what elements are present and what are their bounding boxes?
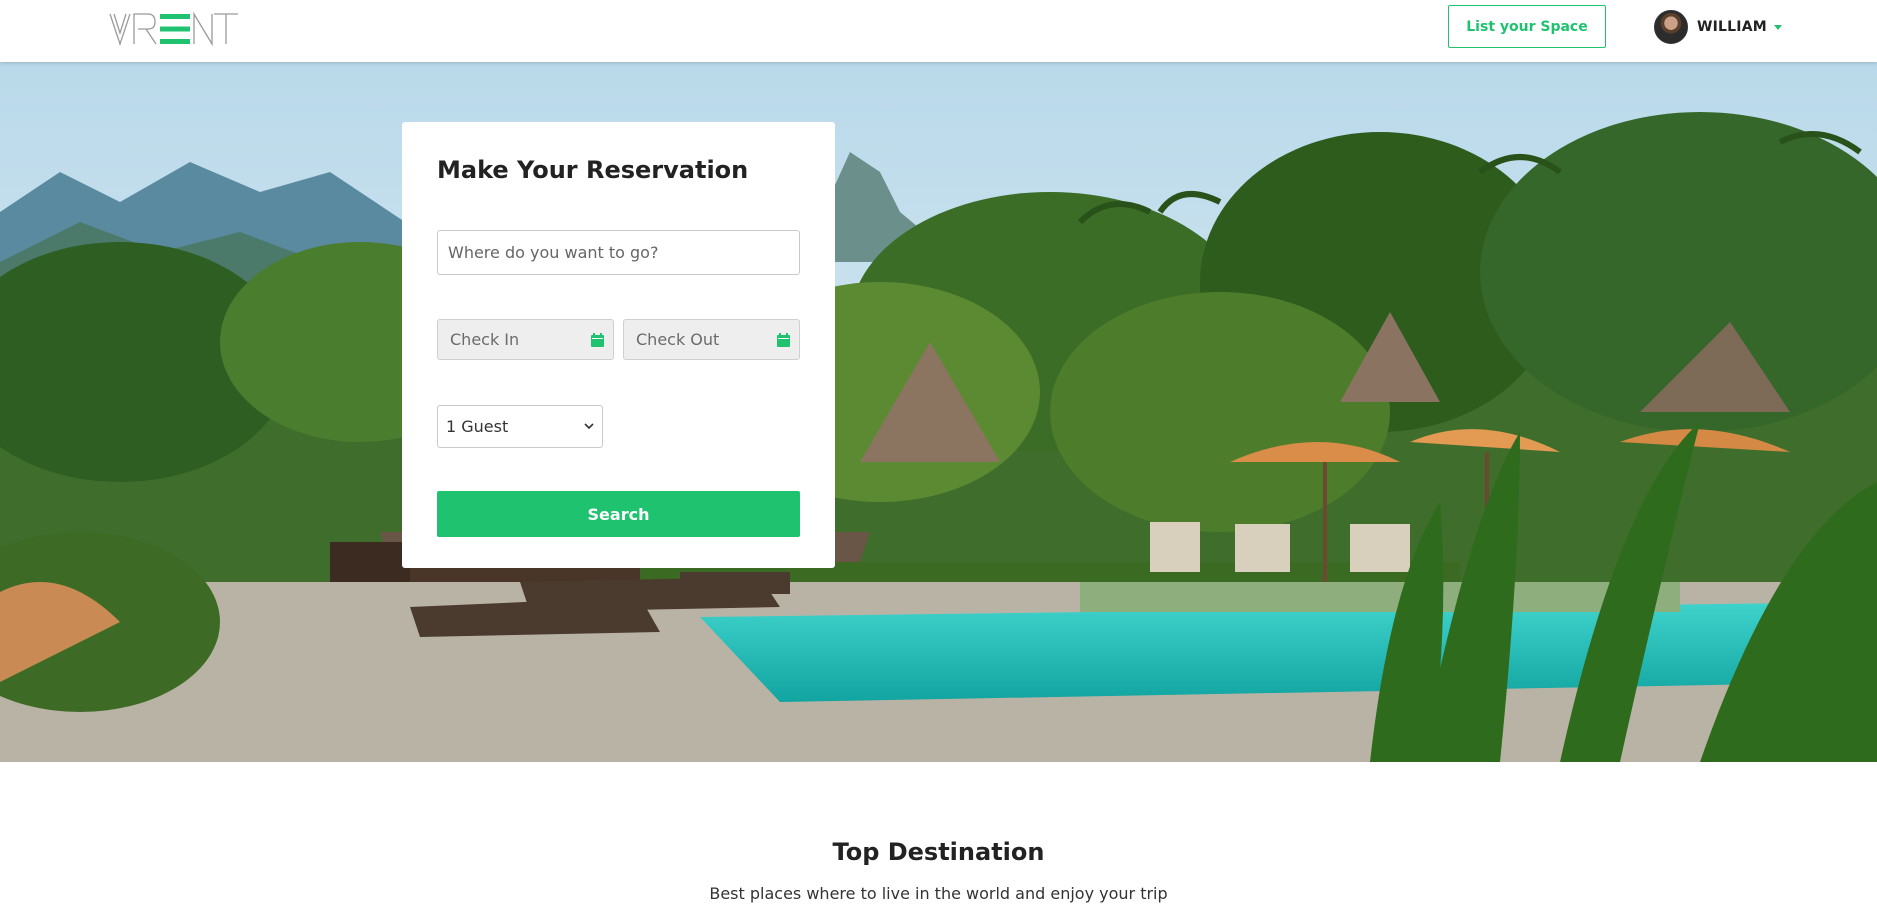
calendar-icon xyxy=(777,333,790,347)
search-button[interactable]: Search xyxy=(437,491,800,537)
user-name: WILLIAM xyxy=(1697,19,1767,35)
list-your-space-button[interactable]: List your Space xyxy=(1448,5,1606,48)
top-destination-title: Top Destination xyxy=(832,838,1045,866)
vrent-logo[interactable] xyxy=(108,11,240,47)
check-out-label: Check Out xyxy=(636,330,720,349)
check-in-field[interactable]: Check In xyxy=(437,319,614,360)
check-out-field[interactable]: Check Out xyxy=(623,319,800,360)
top-destination-subtitle: Best places where to live in the world a… xyxy=(709,884,1168,903)
hero-banner xyxy=(0,62,1877,762)
avatar[interactable] xyxy=(1654,10,1688,44)
chevron-down-icon xyxy=(584,423,594,430)
guest-select-value: 1 Guest xyxy=(446,417,509,436)
top-navbar: List your Space WILLIAM xyxy=(0,0,1877,62)
hero-image xyxy=(0,62,1877,762)
caret-down-icon xyxy=(1773,24,1782,30)
calendar-icon xyxy=(591,333,604,347)
guest-select[interactable]: 1 Guest xyxy=(437,405,603,448)
user-menu[interactable]: WILLIAM xyxy=(1654,9,1782,45)
reservation-card: Make Your Reservation Check In Check Out… xyxy=(402,122,835,568)
check-in-label: Check In xyxy=(450,330,520,349)
destination-input[interactable] xyxy=(437,230,800,275)
reservation-title: Make Your Reservation xyxy=(437,156,749,184)
